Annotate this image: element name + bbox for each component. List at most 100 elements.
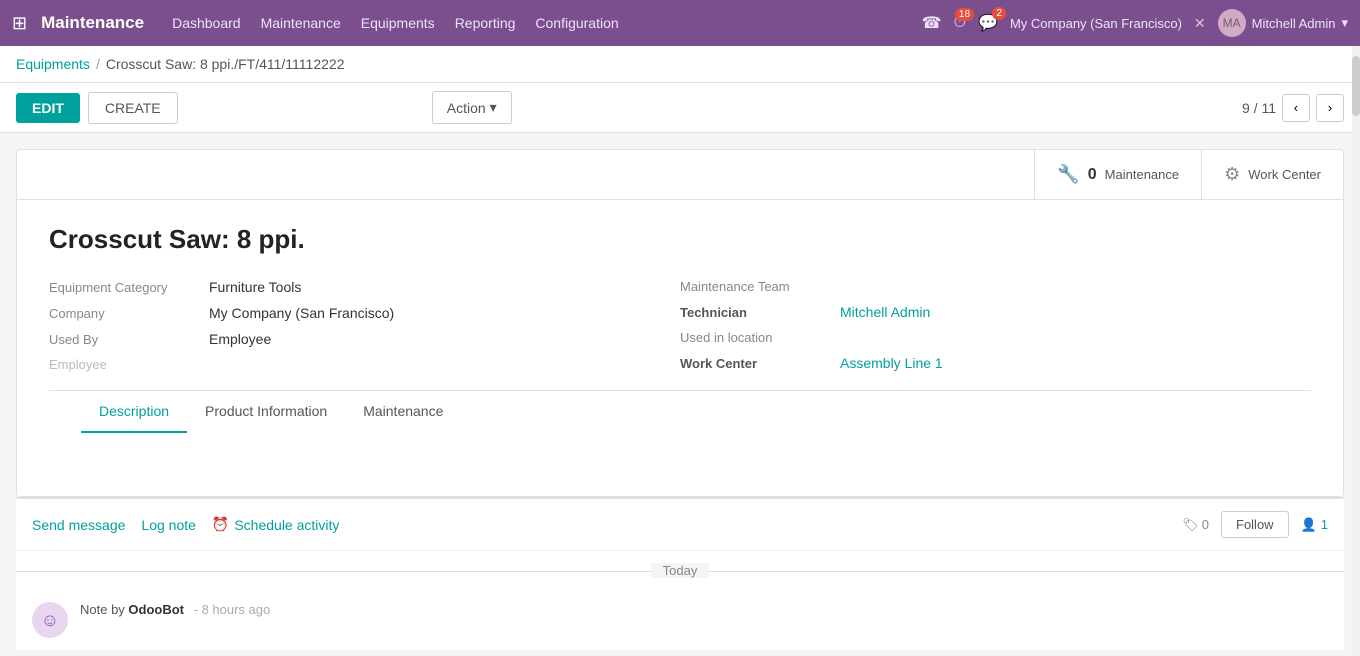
next-button[interactable]: › xyxy=(1316,94,1344,122)
scroll-thumb[interactable] xyxy=(1352,56,1360,116)
maintenance-label: Maintenance xyxy=(1105,167,1179,182)
nav-configuration[interactable]: Configuration xyxy=(535,11,618,35)
tab-description[interactable]: Description xyxy=(81,391,187,433)
follow-button[interactable]: Follow xyxy=(1221,511,1289,538)
breadcrumb: Equipments / Crosscut Saw: 8 ppi./FT/411… xyxy=(0,46,1360,83)
equipment-category-label: Equipment Category xyxy=(49,280,209,295)
user-menu[interactable]: MA Mitchell Admin ▾ xyxy=(1218,9,1348,37)
nav-divider: ✕ xyxy=(1194,15,1206,32)
followers-icon: 👤 xyxy=(1301,517,1317,533)
nav-links: Dashboard Maintenance Equipments Reporti… xyxy=(172,11,922,35)
fields-right: Maintenance Team Technician Mitchell Adm… xyxy=(680,279,1311,382)
breadcrumb-separator: / xyxy=(96,56,100,72)
field-company: Company My Company (San Francisco) xyxy=(49,305,680,321)
equipment-category-value: Furniture Tools xyxy=(209,279,301,295)
company-value: My Company (San Francisco) xyxy=(209,305,394,321)
technician-label: Technician xyxy=(680,305,840,320)
maintenance-team-label: Maintenance Team xyxy=(680,279,840,294)
chat-badge: 2 xyxy=(992,7,1006,20)
note-avatar: ☺ xyxy=(32,602,68,638)
record-title: Crosscut Saw: 8 ppi. xyxy=(49,224,1311,255)
used-in-location-label: Used in location xyxy=(680,330,840,345)
avatar-initials: MA xyxy=(1223,16,1241,30)
pagination: 9 / 11 ‹ › xyxy=(1242,94,1344,122)
work-center-value[interactable]: Assembly Line 1 xyxy=(840,355,943,371)
note-avatar-icon: ☺ xyxy=(41,610,59,631)
pagination-count: 9 / 11 xyxy=(1242,100,1276,116)
used-by-value: Employee xyxy=(209,331,271,347)
note-header: Note by OdooBot - 8 hours ago xyxy=(80,602,1328,617)
timeline-date-label: Today xyxy=(651,563,710,578)
scroll-track xyxy=(1352,46,1360,656)
timer-badge: 18 xyxy=(955,8,974,21)
work-center-label: Work Center xyxy=(680,356,840,371)
wrench-icon: 🔧 xyxy=(1057,164,1079,185)
schedule-activity-label: Schedule activity xyxy=(234,517,339,533)
field-technician: Technician Mitchell Admin xyxy=(680,304,1311,320)
schedule-activity-button[interactable]: ⏰ Schedule activity xyxy=(212,516,340,533)
create-button[interactable]: CREATE xyxy=(88,92,178,124)
tag-count: 🏷 0 xyxy=(1182,517,1209,533)
field-equipment-category: Equipment Category Furniture Tools xyxy=(49,279,680,295)
company-selector[interactable]: My Company (San Francisco) xyxy=(1010,16,1182,31)
tab-maintenance[interactable]: Maintenance xyxy=(345,391,461,433)
prev-button[interactable]: ‹ xyxy=(1282,94,1310,122)
gear-icon: ⚙ xyxy=(1224,164,1240,185)
nav-reporting[interactable]: Reporting xyxy=(455,11,516,35)
chatter-right: 🏷 0 Follow 👤 1 xyxy=(1182,511,1328,538)
log-note-label: Log note xyxy=(141,517,196,533)
field-maintenance-team: Maintenance Team xyxy=(680,279,1311,294)
timer-icon[interactable]: ⏱ 18 xyxy=(954,14,966,32)
log-note-button[interactable]: Log note xyxy=(141,517,196,533)
nav-equipments[interactable]: Equipments xyxy=(361,11,435,35)
main-content: 🔧 0 Maintenance ⚙ Work Center Crosscut S… xyxy=(0,133,1360,656)
breadcrumb-parent[interactable]: Equipments xyxy=(16,56,90,72)
used-by-label: Used By xyxy=(49,332,209,347)
app-title: Maintenance xyxy=(41,13,144,33)
user-name: Mitchell Admin xyxy=(1252,16,1336,31)
fields-grid: Equipment Category Furniture Tools Compa… xyxy=(49,279,1311,382)
timeline-date: Today xyxy=(16,551,1344,590)
workcenter-label: Work Center xyxy=(1248,167,1321,182)
chatter-actions: Send message Log note ⏰ Schedule activit… xyxy=(16,499,1344,551)
action-button[interactable]: Action ▾ xyxy=(432,91,512,124)
edit-button[interactable]: EDIT xyxy=(16,93,80,123)
employee-label: Employee xyxy=(49,357,209,372)
tab-product-information[interactable]: Product Information xyxy=(187,391,345,433)
tabs: Description Product Information Maintena… xyxy=(49,390,1311,432)
note-author: OdooBot xyxy=(128,602,184,617)
followers-button[interactable]: 👤 1 xyxy=(1301,517,1328,533)
field-used-by: Used By Employee xyxy=(49,331,680,347)
record-body: Crosscut Saw: 8 ppi. Equipment Category … xyxy=(17,200,1343,496)
company-label: Company xyxy=(49,306,209,321)
toolbar: EDIT CREATE Action ▾ 9 / 11 ‹ › xyxy=(0,83,1360,133)
field-used-in-location: Used in location xyxy=(680,330,1311,345)
fields-left: Equipment Category Furniture Tools Compa… xyxy=(49,279,680,382)
action-label: Action xyxy=(447,100,486,116)
chatter: Send message Log note ⏰ Schedule activit… xyxy=(16,497,1344,650)
field-work-center: Work Center Assembly Line 1 xyxy=(680,355,1311,371)
page-scroll: Equipments / Crosscut Saw: 8 ppi./FT/411… xyxy=(0,46,1360,656)
top-navigation: ⊞ Maintenance Dashboard Maintenance Equi… xyxy=(0,0,1360,46)
send-message-button[interactable]: Send message xyxy=(32,517,125,533)
chat-icon[interactable]: 💬 2 xyxy=(978,13,998,33)
nav-right: ☎ ⏱ 18 💬 2 My Company (San Francisco) ✕ … xyxy=(922,9,1348,37)
maintenance-count: 0 xyxy=(1088,166,1097,184)
send-message-label: Send message xyxy=(32,517,125,533)
avatar: MA xyxy=(1218,9,1246,37)
nav-dashboard[interactable]: Dashboard xyxy=(172,11,241,35)
tab-content xyxy=(49,432,1311,472)
breadcrumb-current: Crosscut Saw: 8 ppi./FT/411/11112222 xyxy=(106,56,345,72)
record-header-stats: 🔧 0 Maintenance ⚙ Work Center xyxy=(17,150,1343,200)
maintenance-stat-button[interactable]: 🔧 0 Maintenance xyxy=(1034,150,1201,199)
note-time: - 8 hours ago xyxy=(190,602,270,617)
followers-count: 1 xyxy=(1321,517,1328,532)
grid-icon[interactable]: ⊞ xyxy=(12,13,27,34)
note-content: Note by OdooBot - 8 hours ago xyxy=(80,602,1328,617)
workcenter-stat-button[interactable]: ⚙ Work Center xyxy=(1201,150,1343,199)
nav-maintenance[interactable]: Maintenance xyxy=(261,11,341,35)
tag-icon: 🏷 xyxy=(1182,517,1199,533)
record-card: 🔧 0 Maintenance ⚙ Work Center Crosscut S… xyxy=(16,149,1344,497)
technician-value[interactable]: Mitchell Admin xyxy=(840,304,930,320)
phone-icon[interactable]: ☎ xyxy=(922,13,942,33)
